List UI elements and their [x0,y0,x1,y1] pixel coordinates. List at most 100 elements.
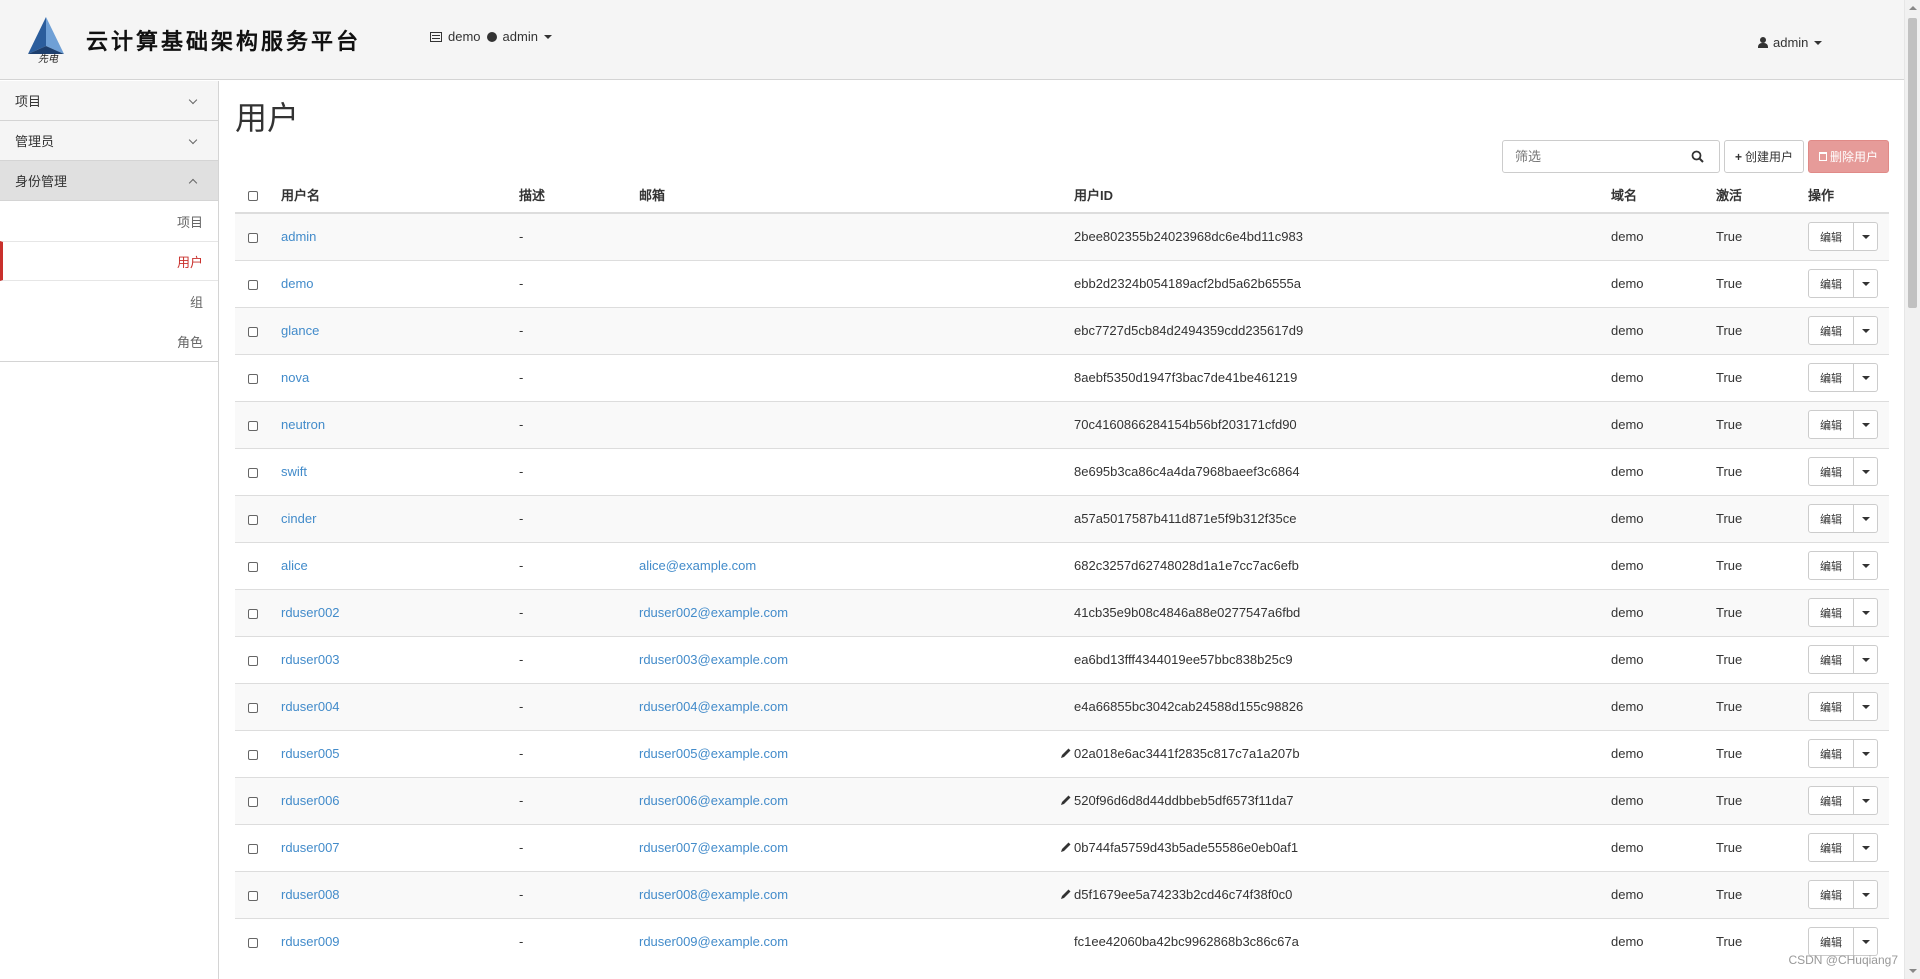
more-actions-button[interactable] [1854,786,1878,815]
user-name-link[interactable]: cinder [281,511,316,526]
more-actions-button[interactable] [1854,645,1878,674]
edit-button[interactable]: 编辑 [1808,551,1854,580]
row-checkbox[interactable] [248,279,258,290]
user-name-link[interactable]: admin [281,229,316,244]
user-email-link[interactable]: rduser009@example.com [639,934,788,949]
edit-button[interactable]: 编辑 [1808,363,1854,392]
edit-button[interactable]: 编辑 [1808,410,1854,439]
more-actions-button[interactable] [1854,551,1878,580]
create-user-button[interactable]: + 创建用户 [1723,140,1804,173]
user-email-link[interactable]: rduser007@example.com [639,840,788,855]
user-name-link[interactable]: neutron [281,417,325,432]
row-checkbox[interactable] [248,420,258,431]
row-checkbox[interactable] [248,796,258,807]
more-actions-button[interactable] [1854,927,1878,957]
more-actions-button[interactable] [1854,598,1878,627]
user-email-link[interactable]: rduser008@example.com [639,887,788,902]
row-checkbox[interactable] [248,749,258,760]
edit-button[interactable]: 编辑 [1808,598,1854,627]
more-actions-button[interactable] [1854,833,1878,862]
edit-button[interactable]: 编辑 [1808,222,1854,252]
header-desc[interactable]: 描述 [519,177,639,214]
user-name-link[interactable]: alice [281,558,308,573]
row-checkbox[interactable] [248,326,258,337]
row-checkbox[interactable] [248,608,258,619]
row-checkbox[interactable] [248,937,258,948]
edit-button[interactable]: 编辑 [1808,504,1854,533]
sidebar-group-project[interactable]: 项目 [0,81,218,121]
more-actions-button[interactable] [1854,410,1878,439]
scroll-up-icon[interactable] [1909,6,1917,10]
sidebar-item-projects[interactable]: 项目 [0,201,218,241]
row-checkbox[interactable] [248,467,258,478]
header-domain[interactable]: 域名 [1611,177,1716,214]
edit-button[interactable]: 编辑 [1808,692,1854,721]
row-checkbox[interactable] [248,890,258,901]
pencil-icon[interactable] [1060,794,1074,808]
search-icon[interactable] [1683,142,1713,172]
sidebar-item-users[interactable]: 用户 [0,241,218,281]
user-name-link[interactable]: nova [281,370,309,385]
row-checkbox[interactable] [248,655,258,666]
more-actions-button[interactable] [1854,222,1878,252]
header-name[interactable]: 用户名 [281,177,519,214]
edit-button[interactable]: 编辑 [1808,786,1854,815]
user-name-link[interactable]: rduser005 [281,746,340,761]
pencil-icon[interactable] [1060,841,1074,855]
user-email-link[interactable]: rduser004@example.com [639,699,788,714]
edit-button[interactable]: 编辑 [1808,833,1854,862]
user-name-link[interactable]: rduser002 [281,605,340,620]
row-checkbox[interactable] [248,514,258,525]
row-checkbox[interactable] [248,373,258,384]
user-menu-dropdown[interactable]: admin [1758,35,1823,50]
edit-button[interactable]: 编辑 [1808,269,1854,298]
user-name-link[interactable]: rduser007 [281,840,340,855]
user-name-link[interactable]: rduser006 [281,793,340,808]
row-checkbox[interactable] [248,702,258,713]
filter-input[interactable] [1502,141,1683,172]
page-scrollbar[interactable] [1904,0,1920,979]
more-actions-button[interactable] [1854,739,1878,768]
edit-button[interactable]: 编辑 [1808,645,1854,674]
more-actions-button[interactable] [1854,880,1878,909]
more-actions-button[interactable] [1854,457,1878,486]
user-name-link[interactable]: demo [281,276,314,291]
scroll-down-icon[interactable] [1909,969,1917,973]
header-email[interactable]: 邮箱 [639,177,1074,214]
more-actions-button[interactable] [1854,316,1878,345]
sidebar-item-roles[interactable]: 角色 [0,321,218,361]
user-email-link[interactable]: rduser005@example.com [639,746,788,761]
pencil-icon[interactable] [1060,888,1074,902]
row-checkbox[interactable] [248,843,258,854]
row-checkbox[interactable] [248,561,258,572]
pencil-icon[interactable] [1060,747,1074,761]
project-dropdown[interactable]: demo admin [430,29,552,44]
edit-button[interactable]: 编辑 [1808,316,1854,345]
more-actions-button[interactable] [1854,269,1878,298]
user-name-link[interactable]: swift [281,464,307,479]
sidebar-group-admin[interactable]: 管理员 [0,121,218,161]
user-name-link[interactable]: rduser004 [281,699,340,714]
edit-button[interactable]: 编辑 [1808,927,1854,957]
header-enabled[interactable]: 激活 [1716,177,1808,214]
more-actions-button[interactable] [1854,363,1878,392]
user-email-link[interactable]: rduser003@example.com [639,652,788,667]
header-id[interactable]: 用户ID [1074,177,1611,214]
user-email-link[interactable]: rduser006@example.com [639,793,788,808]
edit-button[interactable]: 编辑 [1808,739,1854,768]
more-actions-button[interactable] [1854,692,1878,721]
user-name-link[interactable]: rduser008 [281,887,340,902]
user-name-link[interactable]: rduser003 [281,652,340,667]
edit-button[interactable]: 编辑 [1808,880,1854,909]
user-name-link[interactable]: glance [281,323,319,338]
delete-users-button[interactable]: 删除用户 [1807,140,1889,173]
more-actions-button[interactable] [1854,504,1878,533]
brand[interactable]: 先电 云计算基础架构服务平台 [20,10,361,70]
select-all-checkbox[interactable] [248,190,258,201]
user-email-link[interactable]: rduser002@example.com [639,605,788,620]
edit-button[interactable]: 编辑 [1808,457,1854,486]
scroll-thumb[interactable] [1908,18,1917,308]
row-checkbox[interactable] [248,232,258,243]
user-email-link[interactable]: alice@example.com [639,558,756,573]
user-name-link[interactable]: rduser009 [281,934,340,949]
